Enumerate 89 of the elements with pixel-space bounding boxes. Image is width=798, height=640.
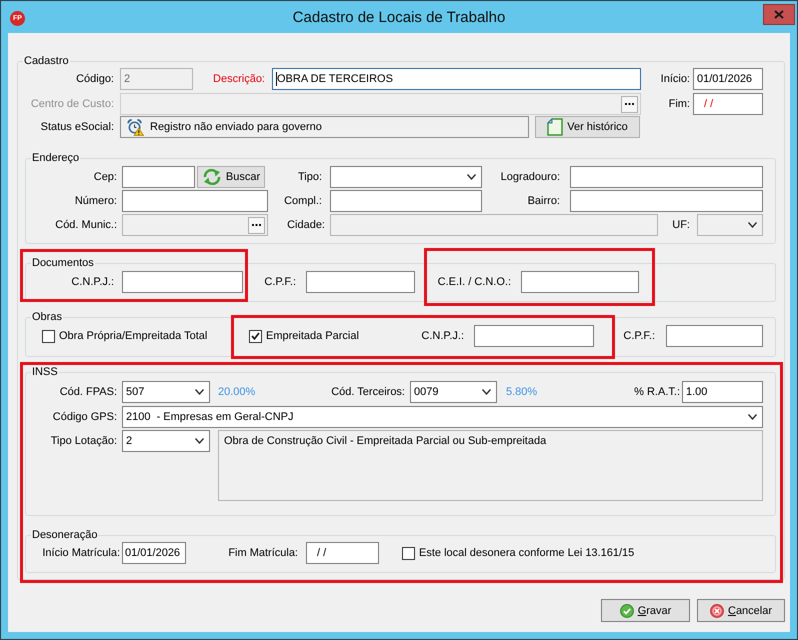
input-field[interactable] [474, 325, 594, 347]
field-label: Cód. FPAS: [60, 386, 117, 398]
text-area[interactable]: Obra de Construção Civil - Empreitada Parcial ou Sub-empreitada [218, 430, 763, 501]
input-field[interactable] [330, 214, 658, 236]
field-label: Logradouro: [500, 171, 560, 183]
input-field[interactable]: OBRA DE TERCEIROS [272, 68, 641, 90]
check-circle-icon [620, 604, 634, 618]
input-field[interactable] [521, 271, 639, 293]
input-field[interactable]: / / [306, 542, 379, 564]
field-label: Fim: [668, 98, 690, 110]
field-label: Cód. Terceiros: [331, 386, 405, 398]
checkbox[interactable] [402, 546, 415, 560]
input-field[interactable]: 2 [120, 68, 193, 90]
checkmark-icon [251, 332, 260, 340]
group-title: Documentos [31, 256, 95, 270]
input-field[interactable] [570, 190, 763, 212]
save-button[interactable]: Gravar [601, 599, 690, 622]
dropdown-field[interactable] [697, 214, 763, 236]
input-field[interactable] [122, 271, 243, 293]
field-label: Número: [74, 195, 117, 207]
field-label: C.P.F.: [623, 330, 655, 342]
checkbox[interactable] [42, 330, 55, 342]
group-title: Desoneração [31, 528, 98, 542]
refresh-icon [202, 169, 222, 185]
rate-text: 5.80% [506, 386, 538, 398]
dropdown-field[interactable]: 2 [122, 430, 210, 452]
input-field[interactable] [570, 166, 763, 188]
search-button[interactable]: Buscar [197, 166, 265, 188]
input-field[interactable]: 1.00 [682, 381, 763, 403]
input-field[interactable] [122, 166, 195, 188]
field-label: Cód. Munic.: [55, 219, 117, 231]
dropdown-field[interactable]: 0079 [410, 381, 497, 403]
dropdown-field[interactable] [330, 166, 482, 188]
input-field[interactable] [666, 325, 763, 347]
field-label: Código: [76, 73, 114, 85]
field-label: Descrição: [213, 73, 265, 85]
field-label: Fim Matrícula: [228, 547, 298, 559]
field-label: Cep: [94, 171, 117, 183]
chevron-down-icon [748, 222, 757, 228]
checkbox-label: Obra Própria/Empreitada Total [59, 330, 208, 342]
field-label: C.N.P.J.: [421, 330, 464, 342]
input-field[interactable] [306, 271, 415, 293]
field-label: Status eSocial: [40, 121, 114, 133]
field-label: Centro de Custo: [30, 98, 114, 110]
checkbox[interactable] [249, 330, 262, 342]
group-title: INSS [31, 365, 59, 379]
field-label: Tipo Lotação: [50, 435, 117, 447]
window-title: Cadastro de Locais de Trabalho [292, 8, 506, 26]
field-label: C.E.I. / C.N.O.: [438, 276, 511, 288]
group-title: Obras [31, 310, 63, 324]
field-label: Bairro: [528, 195, 560, 207]
input-field[interactable] [122, 190, 268, 212]
field-label: UF: [672, 219, 690, 231]
chevron-down-icon [195, 389, 204, 395]
field-label: Início: [660, 73, 690, 85]
input-field[interactable] [122, 214, 268, 236]
dropdown-field[interactable]: 2100 - Empresas em Geral-CNPJ [122, 406, 763, 428]
dropdown-field[interactable]: 507 [122, 381, 210, 403]
group-title: Endereço [31, 151, 80, 165]
cancel-button[interactable]: Cancelar [697, 599, 785, 622]
field-label: C.P.F.: [264, 276, 296, 288]
status-text: Registro não enviado para governo [150, 121, 322, 133]
field-label: Tipo: [298, 171, 322, 183]
clock-warning-icon [127, 118, 144, 136]
field-label: Início Matrícula: [42, 547, 120, 559]
rate-text: 20.00% [218, 386, 256, 398]
chevron-down-icon [482, 389, 491, 395]
input-field[interactable]: 01/01/2026 [693, 68, 763, 90]
input-field[interactable] [330, 190, 482, 212]
text-cursor [276, 72, 277, 86]
chevron-down-icon [748, 414, 757, 420]
field-label: Código GPS: [52, 411, 117, 423]
close-icon [774, 10, 784, 19]
browse-button[interactable] [248, 216, 265, 234]
field-label: C.N.P.J.: [71, 276, 114, 288]
history-button[interactable]: Ver histórico [535, 116, 640, 138]
checkbox-label: Este local desonera conforme Lei 13.161/15 [419, 547, 634, 559]
input-field[interactable]: / / [693, 93, 763, 115]
field-label: Cidade: [287, 219, 325, 231]
field-label: Compl.: [284, 195, 322, 207]
group-title: Cadastro [23, 54, 70, 68]
chevron-down-icon [467, 174, 476, 180]
document-icon [547, 118, 564, 136]
field-label: % R.A.T.: [634, 386, 680, 398]
chevron-down-icon [195, 438, 204, 444]
x-circle-icon [710, 604, 724, 618]
close-button[interactable] [763, 4, 795, 25]
checkbox-label: Empreitada Parcial [266, 330, 359, 342]
input-field[interactable]: 01/01/2026 [122, 542, 186, 564]
